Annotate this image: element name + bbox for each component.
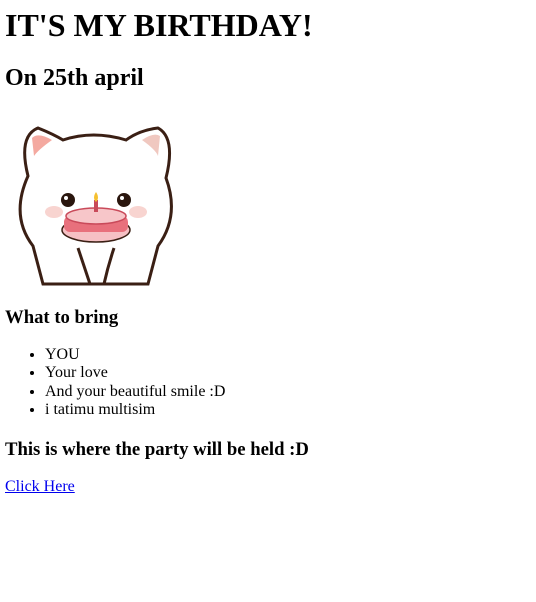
party-location-heading: This is where the party will be held :D [5, 439, 309, 460]
cat-with-cake-image [18, 126, 173, 286]
what-to-bring-heading: What to bring [5, 307, 119, 328]
list-item: And your beautiful smile :D [45, 383, 225, 401]
list-item: i tatimu multisim [45, 401, 225, 419]
click-here-link[interactable]: Click Here [5, 478, 75, 496]
bring-list: YOU Your love And your beautiful smile :… [5, 346, 225, 420]
page-title: IT'S MY BIRTHDAY! [5, 7, 313, 43]
list-item: YOU [45, 346, 225, 364]
date-heading: On 25th april [5, 65, 144, 91]
list-item: Your love [45, 364, 225, 382]
